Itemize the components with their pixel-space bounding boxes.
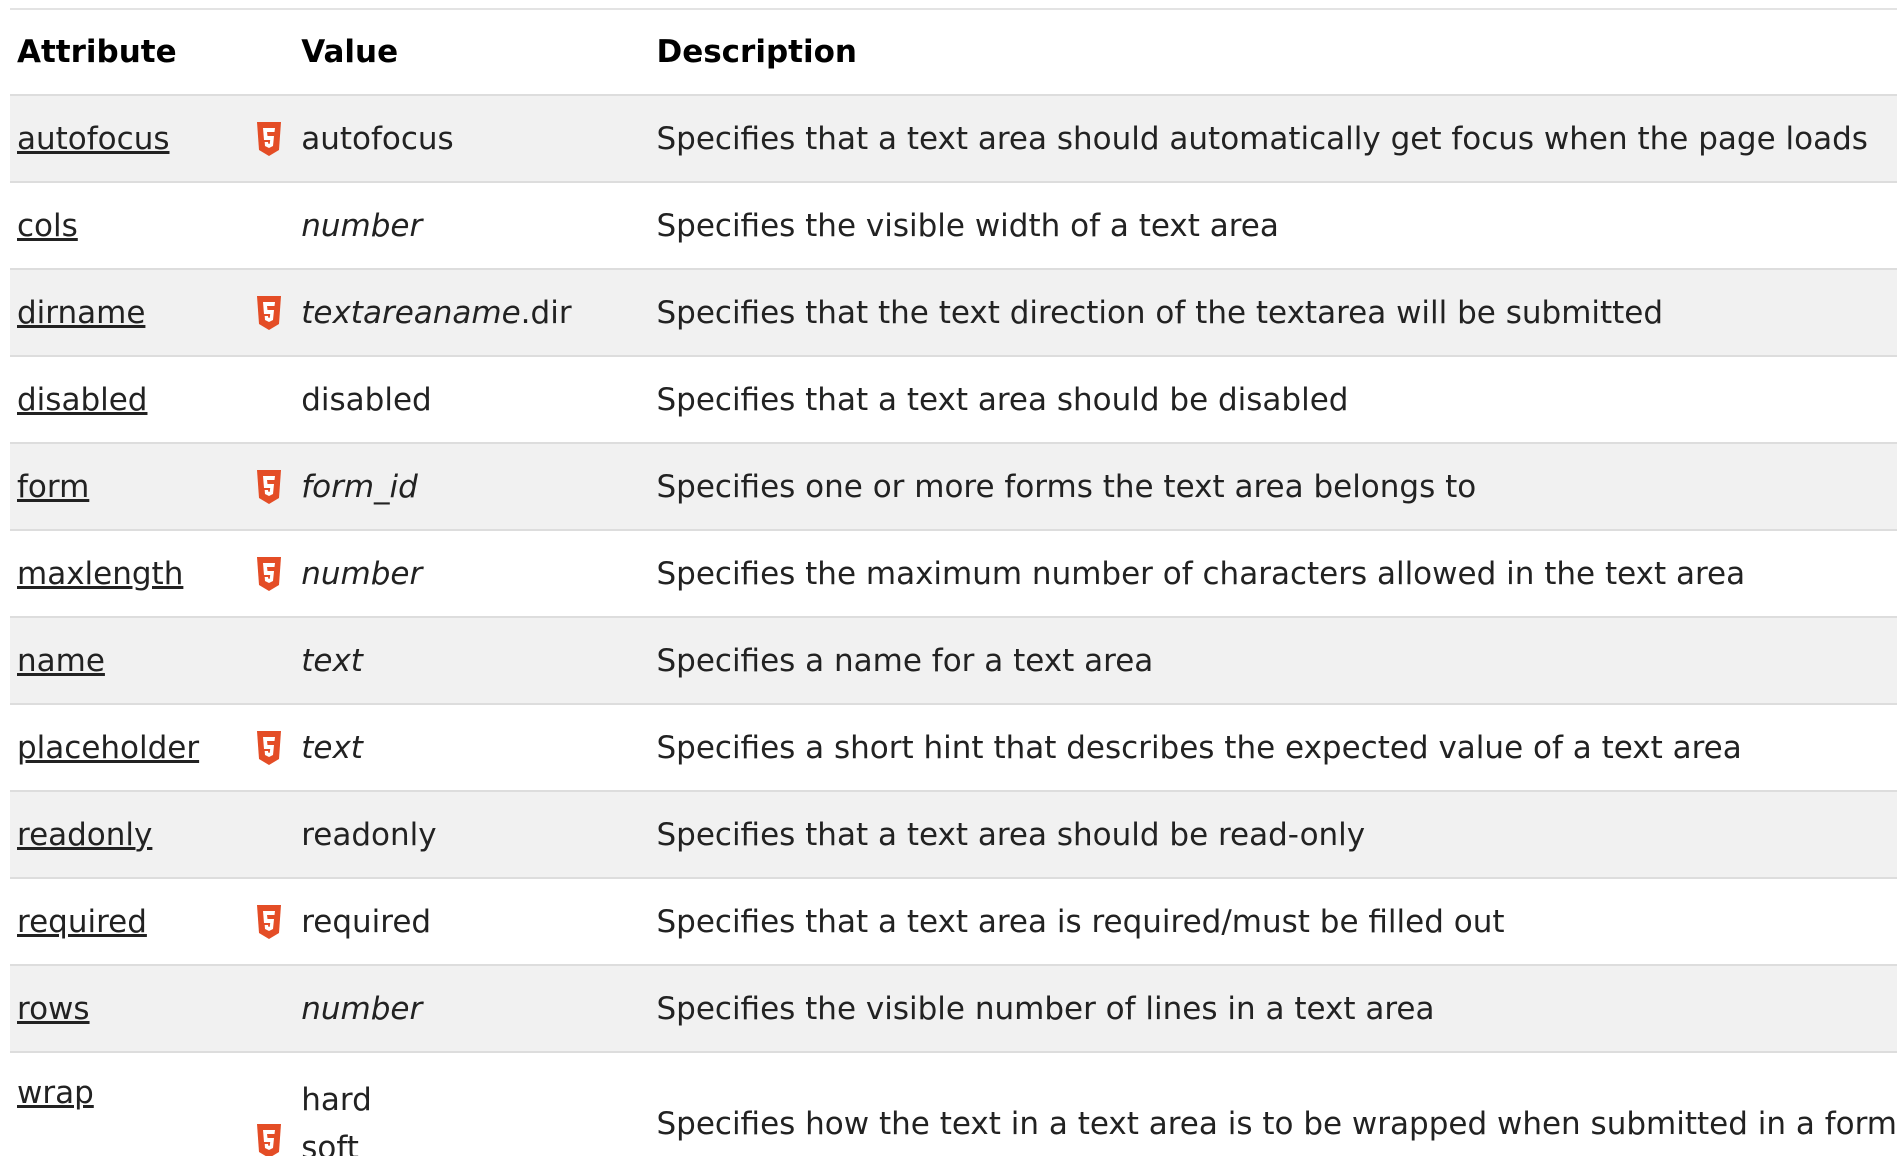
attribute-cell: wrap [10, 1052, 295, 1156]
value-italic-part: textareaname [301, 294, 521, 331]
description-cell: Specifies the maximum number of characte… [649, 530, 1897, 618]
table-row: name text Specifies a name for a text ar… [10, 617, 1897, 705]
value-cell: form_id [294, 443, 650, 531]
description-cell: Specifies the visible number of lines in… [649, 965, 1897, 1053]
attribute-reference-page: Attribute Value Description autofocus au… [0, 0, 1897, 1156]
attribute-cell: name [10, 617, 295, 705]
attribute-link-wrap[interactable]: wrap [17, 1075, 94, 1111]
html5-icon [257, 730, 282, 765]
attribute-link-cols[interactable]: cols [17, 208, 78, 244]
description-cell: Specifies that a text area should be dis… [649, 356, 1897, 444]
header-attribute: Attribute [10, 10, 295, 96]
attribute-link-name[interactable]: name [17, 643, 105, 679]
attribute-cell: placeholder [10, 704, 295, 792]
attribute-link-required[interactable]: required [17, 904, 147, 940]
table-row: readonly readonly Specifies that a text … [10, 791, 1897, 879]
table-row: required required Specifies that a text … [10, 878, 1897, 966]
table-row: cols number Specifies the visible width … [10, 182, 1897, 270]
html5-icon [257, 295, 282, 330]
description-cell: Specifies how the text in a text area is… [649, 1052, 1897, 1156]
attribute-cell: disabled [10, 356, 295, 444]
header-description: Description [649, 10, 1897, 96]
description-cell: Specifies a short hint that describes th… [649, 704, 1897, 792]
value-cell: text [294, 617, 650, 705]
table-row: placeholder text Specifies a short hint … [10, 704, 1897, 792]
attribute-link-placeholder[interactable]: placeholder [17, 730, 199, 766]
description-cell: Specifies that a text area is required/m… [649, 878, 1897, 966]
table-header-row: Attribute Value Description [10, 10, 1897, 96]
attribute-link-disabled[interactable]: disabled [17, 382, 147, 418]
textarea-attributes-table: Attribute Value Description autofocus au… [10, 10, 1897, 1156]
attribute-cell: autofocus [10, 95, 295, 183]
attribute-link-maxlength[interactable]: maxlength [17, 556, 183, 592]
html5-icon [257, 469, 282, 504]
html5-icon [257, 121, 282, 156]
attribute-cell: rows [10, 965, 295, 1053]
description-cell: Specifies that the text direction of the… [649, 269, 1897, 357]
table-row: form form_id Specifies one or more forms… [10, 443, 1897, 531]
table-row: dirname textareaname.dir Specifies that … [10, 269, 1897, 357]
description-cell: Specifies a name for a text area [649, 617, 1897, 705]
value-option-hard: hard [301, 1082, 372, 1118]
description-cell: Specifies that a text area should automa… [649, 95, 1897, 183]
value-cell: disabled [294, 356, 650, 444]
attribute-link-autofocus[interactable]: autofocus [17, 121, 170, 157]
attribute-cell: cols [10, 182, 295, 270]
value-cell: readonly [294, 791, 650, 879]
html5-icon [257, 1124, 282, 1156]
attribute-link-form[interactable]: form [17, 469, 89, 505]
attribute-link-dirname[interactable]: dirname [17, 295, 145, 331]
value-cell: number [294, 530, 650, 618]
value-option-soft: soft [301, 1130, 359, 1156]
value-cell: textareaname.dir [294, 269, 650, 357]
value-cell: autofocus [294, 95, 650, 183]
table-row: wrap hard soft Specifies how the text in… [10, 1052, 1897, 1156]
html5-icon [257, 556, 282, 591]
value-cell: number [294, 182, 650, 270]
table-row: maxlength number Specifies the maximum n… [10, 530, 1897, 618]
attribute-cell: readonly [10, 791, 295, 879]
attribute-link-readonly[interactable]: readonly [17, 817, 152, 853]
attribute-cell: dirname [10, 269, 295, 357]
value-cell: number [294, 965, 650, 1053]
description-cell: Specifies that a text area should be rea… [649, 791, 1897, 879]
value-suffix: .dir [520, 294, 572, 331]
attribute-cell: required [10, 878, 295, 966]
header-value: Value [294, 10, 650, 96]
attribute-cell: form [10, 443, 295, 531]
table-row: disabled disabled Specifies that a text … [10, 356, 1897, 444]
html5-icon [257, 904, 282, 939]
value-cell: text [294, 704, 650, 792]
description-cell: Specifies the visible width of a text ar… [649, 182, 1897, 270]
value-cell: hard soft [294, 1052, 650, 1156]
attribute-link-rows[interactable]: rows [17, 991, 90, 1027]
value-cell: required [294, 878, 650, 966]
table-row: autofocus autofocus Specifies that a tex… [10, 95, 1897, 183]
table-row: rows number Specifies the visible number… [10, 965, 1897, 1053]
description-cell: Specifies one or more forms the text are… [649, 443, 1897, 531]
attribute-cell: maxlength [10, 530, 295, 618]
